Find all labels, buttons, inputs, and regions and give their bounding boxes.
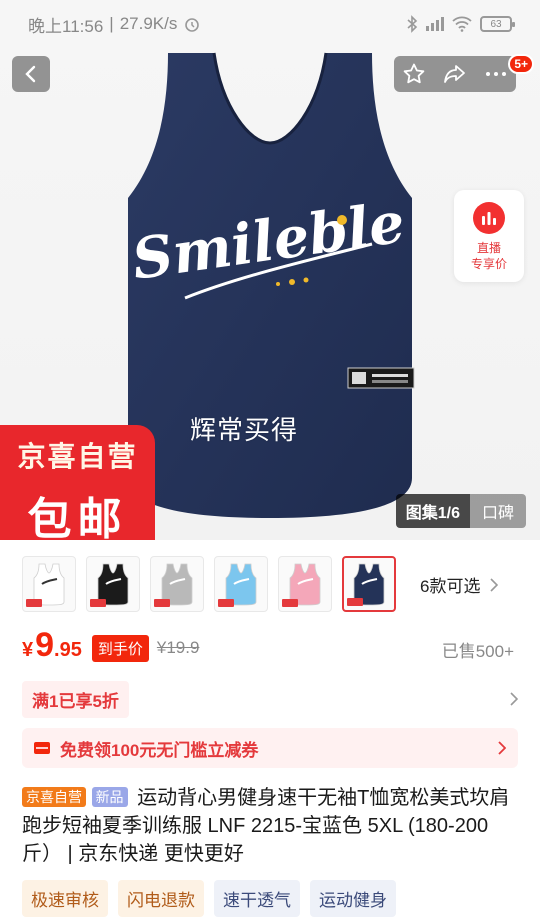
promo-badge-main: 包邮 bbox=[27, 495, 128, 540]
chevron-right-icon bbox=[498, 741, 506, 755]
variant-thumbnail[interactable] bbox=[278, 556, 332, 612]
product-gallery[interactable]: 晚上11:56 | 27.9K/s 63 Smileble 辉常买得 5+ 直播… bbox=[0, 0, 540, 540]
variant-thumbnail[interactable] bbox=[22, 556, 76, 612]
discount-chip: 满1已享5折 bbox=[22, 680, 129, 718]
live-stream-icon bbox=[473, 202, 505, 234]
top-action-bar bbox=[394, 56, 516, 92]
variant-thumbnail[interactable] bbox=[214, 556, 268, 612]
wifi-icon bbox=[452, 16, 472, 32]
feature-tag: 闪电退款 bbox=[118, 880, 204, 917]
feature-tag: 运动健身 bbox=[310, 880, 396, 917]
tab-reviews[interactable]: 口碑 bbox=[469, 494, 526, 528]
alarm-icon bbox=[185, 18, 200, 32]
live-label: 直播 bbox=[476, 241, 501, 255]
coupon-icon bbox=[34, 742, 50, 754]
status-bar: 晚上11:56 | 27.9K/s 63 bbox=[0, 0, 540, 48]
gallery-switcher: 图集1/6 口碑 bbox=[395, 494, 526, 528]
variant-thumbnails bbox=[22, 556, 396, 612]
coupon-text: 免费领100元无门槛立减券 bbox=[60, 740, 259, 760]
image-overlay-slogan: 辉常买得 bbox=[190, 415, 299, 445]
variant-count[interactable]: 6款可选 bbox=[420, 572, 499, 597]
signal-icon bbox=[426, 17, 444, 31]
chevron-left-icon bbox=[25, 65, 36, 83]
tab-gallery[interactable]: 图集1/6 bbox=[395, 494, 470, 528]
status-time: 晚上11:56 bbox=[28, 16, 104, 36]
price-decimal: .95 bbox=[54, 639, 82, 661]
share-icon[interactable] bbox=[442, 62, 468, 86]
live-exclusive-label: 专享价 bbox=[470, 257, 507, 271]
variant-count-label: 6款可选 bbox=[420, 577, 481, 596]
live-price-card[interactable]: 直播 专享价 bbox=[454, 190, 524, 282]
variant-thumbnail[interactable] bbox=[342, 556, 396, 612]
feature-tags: 极速审核 闪电退款 速干透气 运动健身 bbox=[22, 880, 396, 917]
coupon-bar[interactable]: 免费领100元无门槛立减券 bbox=[22, 728, 518, 768]
chevron-right-icon bbox=[510, 692, 518, 706]
price-integer: 9 bbox=[35, 626, 55, 664]
bluetooth-icon bbox=[407, 15, 418, 33]
more-icon[interactable] bbox=[484, 62, 508, 86]
sold-count: 已售500+ bbox=[441, 642, 514, 661]
chevron-right-icon bbox=[490, 577, 499, 592]
back-button[interactable] bbox=[12, 56, 50, 92]
jd-self-operated-badge: 京喜自营 bbox=[22, 787, 86, 807]
original-price: ¥19.9 bbox=[156, 638, 200, 657]
star-icon[interactable] bbox=[402, 62, 426, 86]
product-image: Smileble bbox=[128, 52, 415, 518]
variant-thumbnail[interactable] bbox=[150, 556, 204, 612]
feature-tag: 速干透气 bbox=[214, 880, 300, 917]
promo-badge-top: 京喜自营 bbox=[17, 441, 138, 472]
final-price-tag: 到手价 bbox=[91, 634, 149, 662]
battery-icon: 63 bbox=[480, 16, 515, 32]
discount-row[interactable]: 满1已享5折 bbox=[22, 680, 518, 718]
status-net-speed: 27.9K/s bbox=[119, 14, 178, 33]
product-title: 京喜自营 新品 运动背心男健身速干无袖T恤宽松美式坎肩跑步短袖夏季训练服 LNF… bbox=[22, 784, 522, 868]
variant-thumbnail[interactable] bbox=[86, 556, 140, 612]
new-product-badge: 新品 bbox=[91, 787, 128, 807]
price-currency: ¥ bbox=[22, 639, 34, 661]
free-shipping-badge: 京喜自营 包邮 bbox=[0, 425, 155, 540]
feature-tag: 极速审核 bbox=[22, 880, 108, 917]
message-count-badge: 5+ bbox=[508, 54, 534, 74]
